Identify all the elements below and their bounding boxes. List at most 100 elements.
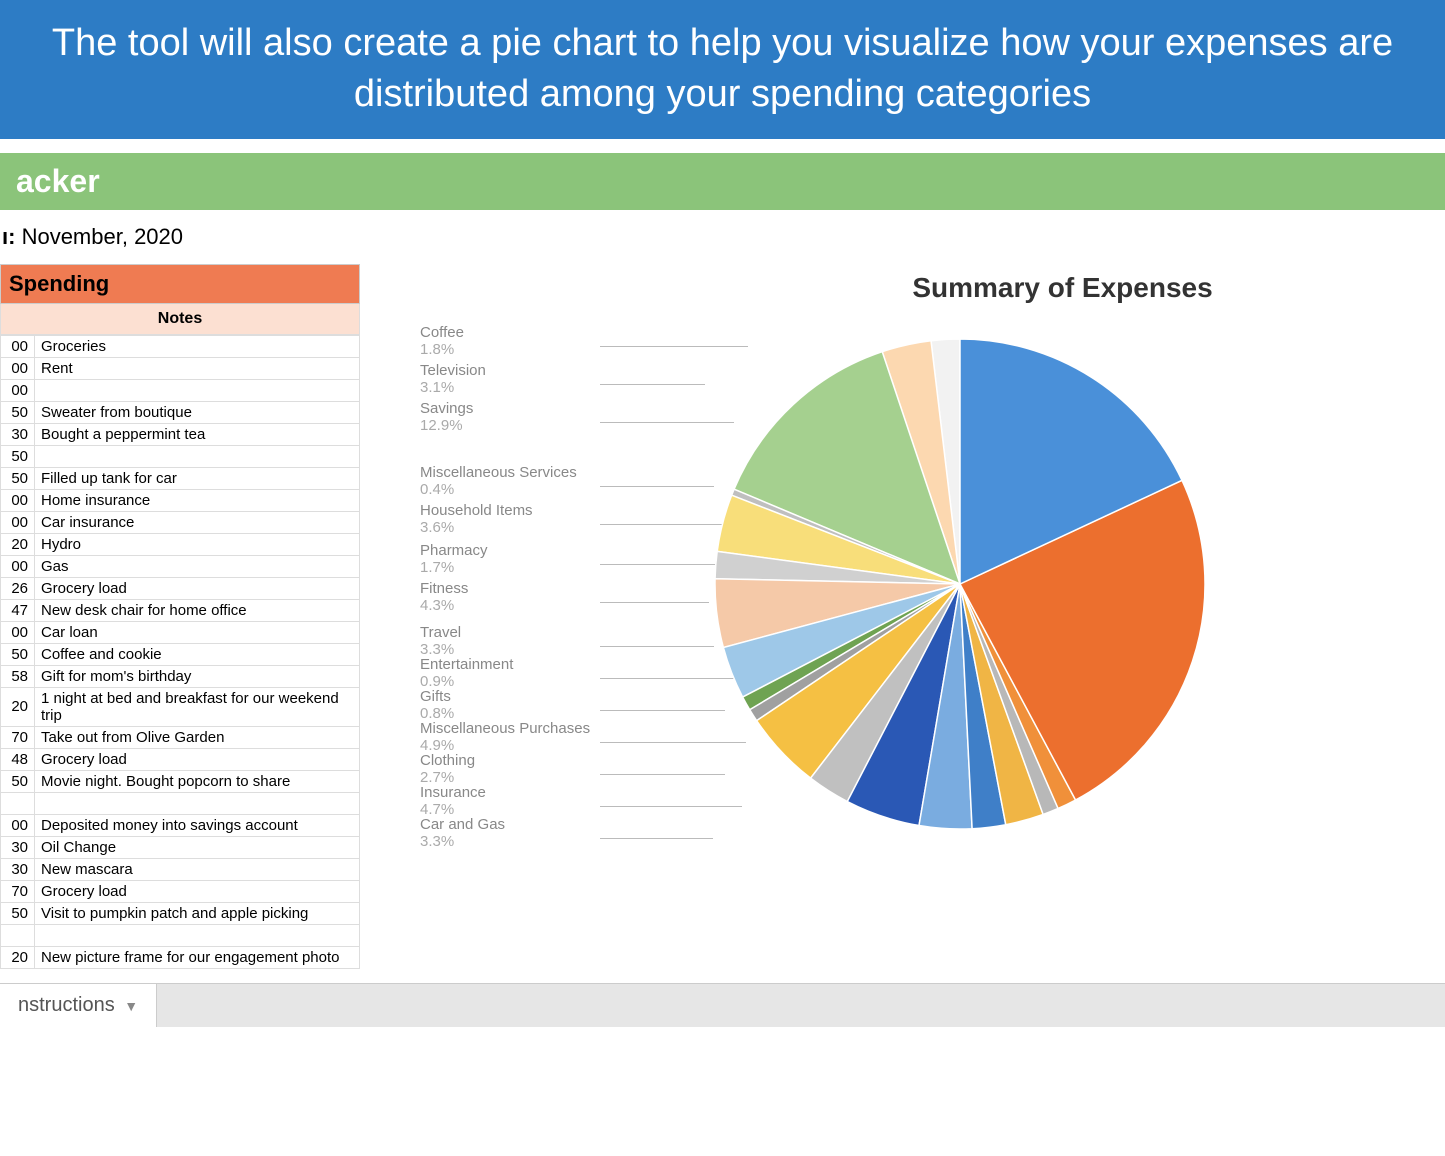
table-row[interactable]: 26Grocery load <box>1 577 360 599</box>
tab-label: nstructions <box>18 994 115 1016</box>
table-row[interactable]: 70Take out from Olive Garden <box>1 726 360 748</box>
amount-cell[interactable]: 00 <box>1 379 35 401</box>
chart-label: Entertainment0.9% <box>420 656 513 691</box>
table-row[interactable]: 50Movie night. Bought popcorn to share <box>1 770 360 792</box>
amount-cell[interactable]: 47 <box>1 599 35 621</box>
amount-cell[interactable]: 70 <box>1 726 35 748</box>
amount-cell[interactable]: 00 <box>1 489 35 511</box>
note-cell[interactable]: Oil Change <box>35 836 360 858</box>
amount-cell[interactable]: 50 <box>1 445 35 467</box>
info-banner: The tool will also create a pie chart to… <box>0 0 1445 139</box>
amount-cell[interactable]: 50 <box>1 467 35 489</box>
spending-section-header: Spending <box>0 264 360 304</box>
note-cell[interactable]: Grocery load <box>35 577 360 599</box>
note-cell[interactable]: Gas <box>35 555 360 577</box>
amount-cell[interactable]: 20 <box>1 533 35 555</box>
note-cell[interactable]: Rent <box>35 357 360 379</box>
note-cell[interactable]: Groceries <box>35 335 360 357</box>
table-row[interactable]: 50Filled up tank for car <box>1 467 360 489</box>
date-value: November, 2020 <box>22 224 183 249</box>
amount-cell[interactable]: 50 <box>1 770 35 792</box>
note-cell[interactable]: Sweater from boutique <box>35 401 360 423</box>
amount-cell[interactable]: 00 <box>1 335 35 357</box>
note-cell[interactable]: Coffee and cookie <box>35 643 360 665</box>
note-cell[interactable]: Filled up tank for car <box>35 467 360 489</box>
amount-cell[interactable]: 50 <box>1 643 35 665</box>
amount-cell[interactable]: 50 <box>1 902 35 924</box>
chart-label: Travel3.3% <box>420 624 461 659</box>
table-row[interactable]: 30New mascara <box>1 858 360 880</box>
note-cell[interactable]: Grocery load <box>35 880 360 902</box>
spending-table[interactable]: 00Groceries00Rent0050Sweater from boutiq… <box>0 335 360 969</box>
note-cell[interactable]: Home insurance <box>35 489 360 511</box>
date-row: ı: November, 2020 <box>0 210 1445 264</box>
chart-label: Gifts0.8% <box>420 688 454 723</box>
amount-cell[interactable]: 48 <box>1 748 35 770</box>
table-row[interactable]: 50Sweater from boutique <box>1 401 360 423</box>
amount-cell[interactable]: 70 <box>1 880 35 902</box>
note-cell[interactable] <box>35 379 360 401</box>
amount-cell[interactable]: 20 <box>1 687 35 726</box>
amount-cell[interactable]: 30 <box>1 423 35 445</box>
note-cell[interactable]: Movie night. Bought popcorn to share <box>35 770 360 792</box>
table-row[interactable]: 50 <box>1 445 360 467</box>
table-row[interactable]: 30Oil Change <box>1 836 360 858</box>
note-cell[interactable]: New mascara <box>35 858 360 880</box>
note-cell[interactable]: New desk chair for home office <box>35 599 360 621</box>
amount-cell[interactable]: 50 <box>1 401 35 423</box>
amount-cell[interactable]: 20 <box>1 946 35 968</box>
note-cell[interactable]: Visit to pumpkin patch and apple picking <box>35 902 360 924</box>
date-label-fragment: ı: <box>2 224 15 249</box>
table-row[interactable] <box>1 924 360 946</box>
table-row[interactable]: 47New desk chair for home office <box>1 599 360 621</box>
table-row[interactable]: 50Coffee and cookie <box>1 643 360 665</box>
note-cell[interactable]: Gift for mom's birthday <box>35 665 360 687</box>
table-row[interactable]: 00Groceries <box>1 335 360 357</box>
amount-cell[interactable]: 26 <box>1 577 35 599</box>
note-cell[interactable]: 1 night at bed and breakfast for our wee… <box>35 687 360 726</box>
table-row[interactable]: 48Grocery load <box>1 748 360 770</box>
chart-label: Fitness4.3% <box>420 580 468 615</box>
note-cell[interactable] <box>35 924 360 946</box>
notes-column-header: Notes <box>0 304 360 335</box>
table-row[interactable]: 00Deposited money into savings account <box>1 814 360 836</box>
table-row[interactable]: 00Rent <box>1 357 360 379</box>
pie-svg <box>680 324 1440 864</box>
table-row[interactable]: 00Car insurance <box>1 511 360 533</box>
table-row[interactable]: 00 <box>1 379 360 401</box>
note-cell[interactable]: Grocery load <box>35 748 360 770</box>
amount-cell[interactable] <box>1 924 35 946</box>
table-row[interactable]: 30Bought a peppermint tea <box>1 423 360 445</box>
amount-cell[interactable]: 00 <box>1 511 35 533</box>
note-cell[interactable]: Car insurance <box>35 511 360 533</box>
note-cell[interactable]: Hydro <box>35 533 360 555</box>
table-row[interactable]: 58Gift for mom's birthday <box>1 665 360 687</box>
amount-cell[interactable]: 00 <box>1 814 35 836</box>
chart-label: Television3.1% <box>420 362 486 397</box>
chart-label: Coffee1.8% <box>420 324 464 359</box>
note-cell[interactable]: Take out from Olive Garden <box>35 726 360 748</box>
table-row[interactable]: 201 night at bed and breakfast for our w… <box>1 687 360 726</box>
amount-cell[interactable] <box>1 792 35 814</box>
table-row[interactable]: 00Car loan <box>1 621 360 643</box>
table-row[interactable] <box>1 792 360 814</box>
table-row[interactable]: 20New picture frame for our engagement p… <box>1 946 360 968</box>
amount-cell[interactable]: 00 <box>1 357 35 379</box>
note-cell[interactable] <box>35 792 360 814</box>
note-cell[interactable]: Car loan <box>35 621 360 643</box>
table-row[interactable]: 00Home insurance <box>1 489 360 511</box>
amount-cell[interactable]: 58 <box>1 665 35 687</box>
amount-cell[interactable]: 30 <box>1 836 35 858</box>
amount-cell[interactable]: 30 <box>1 858 35 880</box>
table-row[interactable]: 50Visit to pumpkin patch and apple picki… <box>1 902 360 924</box>
tab-instructions[interactable]: nstructions ▼ <box>0 984 157 1027</box>
note-cell[interactable]: Bought a peppermint tea <box>35 423 360 445</box>
table-row[interactable]: 20Hydro <box>1 533 360 555</box>
table-row[interactable]: 00Gas <box>1 555 360 577</box>
note-cell[interactable]: Deposited money into savings account <box>35 814 360 836</box>
note-cell[interactable]: New picture frame for our engagement pho… <box>35 946 360 968</box>
note-cell[interactable] <box>35 445 360 467</box>
table-row[interactable]: 70Grocery load <box>1 880 360 902</box>
amount-cell[interactable]: 00 <box>1 555 35 577</box>
amount-cell[interactable]: 00 <box>1 621 35 643</box>
